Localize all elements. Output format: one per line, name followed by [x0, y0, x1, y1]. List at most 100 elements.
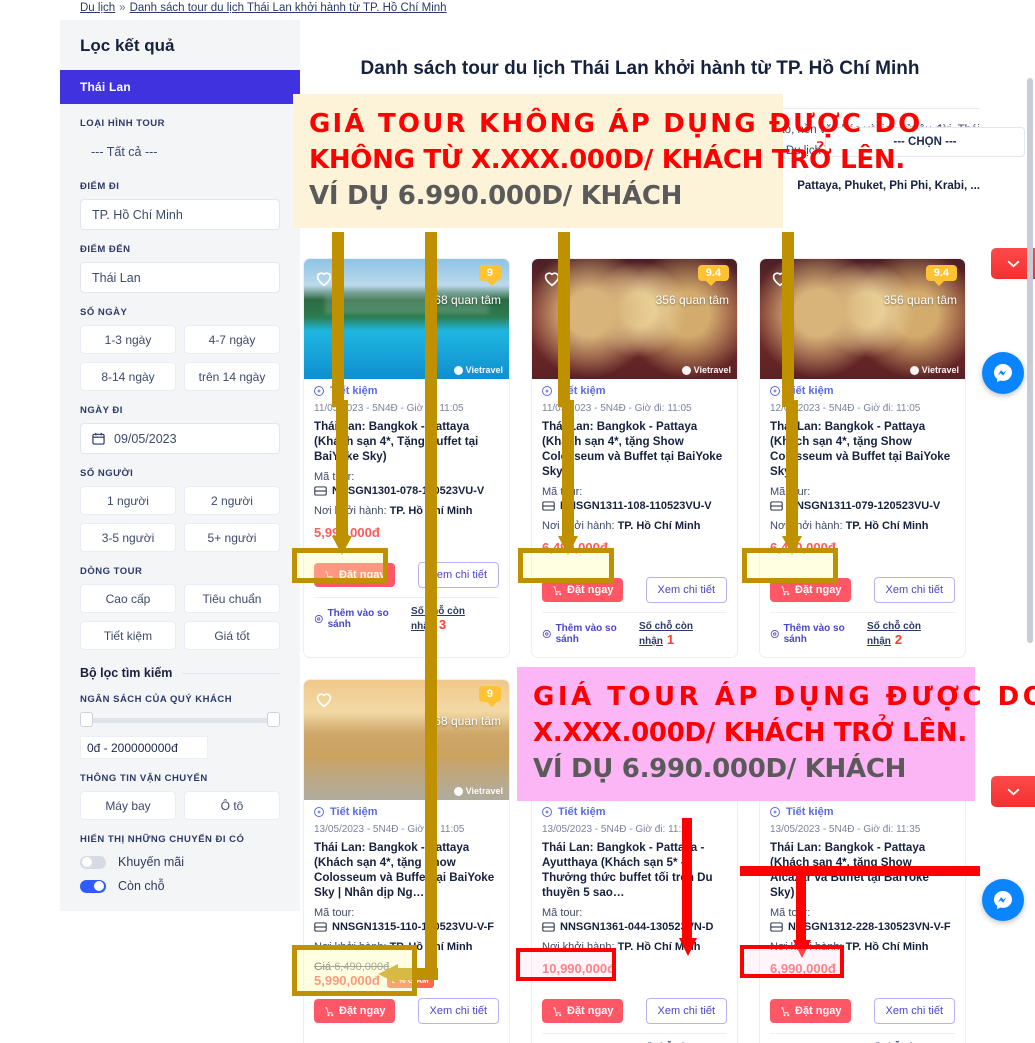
- annotation-pink-line-2: X.XXX.000D/ KHÁCH TRỞ LÊN.: [533, 718, 967, 748]
- chip-transport-car[interactable]: Ô tô: [184, 791, 280, 820]
- chip-days-4[interactable]: trên 14 ngày: [184, 362, 280, 391]
- chip-people-2[interactable]: 2 người: [184, 486, 280, 515]
- filter-label-show-options: HIỂN THỊ NHỮNG CHUYẾN ĐI CÓ: [80, 834, 245, 845]
- seats-count: 2: [894, 632, 903, 647]
- chip-days-2[interactable]: 4-7 ngày: [184, 325, 280, 354]
- chip-line-3[interactable]: Tiết kiệm: [80, 621, 176, 650]
- messenger-icon: [994, 364, 1012, 383]
- breadcrumb-current[interactable]: Danh sách tour du lịch Thái Lan khởi hàn…: [130, 2, 447, 14]
- add-to-compare-button[interactable]: Thêm vào so sánh: [542, 623, 639, 645]
- filter-group-destination: ĐIỂM ĐẾN Thái Lan: [60, 244, 300, 293]
- tour-code-value: NNSGN1301-078-110523VU-V: [332, 485, 485, 497]
- view-detail-button[interactable]: Xem chi tiết: [873, 577, 955, 603]
- annotation-arrow-gold-card1: [332, 400, 352, 555]
- book-now-button[interactable]: Đặt ngay: [542, 999, 624, 1023]
- days-chip-row-1: 1-3 ngày 4-7 ngày: [80, 325, 280, 354]
- chip-people-3[interactable]: 3-5 người: [80, 523, 176, 552]
- price-highlight-card1: [292, 548, 388, 583]
- filter-label-date: NGÀY ĐI: [80, 405, 123, 416]
- toggle-available-label: Còn chỗ: [118, 879, 165, 893]
- main-content: Danh sách tour du lịch Thái Lan khởi hàn…: [300, 20, 980, 90]
- cart-icon: [325, 1006, 334, 1016]
- tour-type-select[interactable]: --- Tất cả ---: [80, 136, 280, 167]
- transport-chip-row: Máy bay Ô tô: [80, 791, 280, 820]
- breadcrumb-separator: »: [119, 2, 126, 14]
- annotation-pink-line-3: VÍ DỤ 6.990.000D/ KHÁCH: [533, 754, 907, 784]
- floating-promo-tab-bottom[interactable]: [991, 776, 1035, 807]
- arrow-stem: [425, 232, 437, 975]
- add-to-compare-button[interactable]: Thêm vào so sánh: [314, 608, 411, 630]
- breadcrumb-home[interactable]: Du lịch: [80, 2, 115, 14]
- arrow-stem: [336, 400, 348, 540]
- chip-transport-plane[interactable]: Máy bay: [80, 791, 176, 820]
- chip-days-1[interactable]: 1-3 ngày: [80, 325, 176, 354]
- chip-people-1[interactable]: 1 người: [80, 486, 176, 515]
- view-detail-button[interactable]: Xem chi tiết: [645, 577, 727, 603]
- annotation-yellow-box: GIÁ TOUR KHÔNG ÁP DỤNG ĐƯỢC DO KHÔNG TỪ …: [293, 94, 920, 228]
- arrow-stem: [740, 866, 980, 876]
- view-detail-button[interactable]: Xem chi tiết: [873, 998, 955, 1024]
- chip-line-1[interactable]: Cao cấp: [80, 584, 176, 613]
- chip-people-4[interactable]: 5+ người: [184, 523, 280, 552]
- compare-label: Thêm vào so sánh: [555, 623, 617, 645]
- budget-slider-knob-max[interactable]: [267, 712, 280, 727]
- annotation-arrow-gold-card3: [782, 400, 802, 555]
- seats-remaining[interactable]: Số chỗ còn nhận 1: [639, 621, 727, 647]
- chip-days-3[interactable]: 8-14 ngày: [80, 362, 176, 391]
- compare-label: Thêm vào so sánh: [327, 608, 389, 630]
- book-now-label: Đặt ngay: [567, 584, 614, 596]
- view-detail-button[interactable]: Xem chi tiết: [417, 998, 499, 1024]
- filter-group-tour-line: DÒNG TOUR Cao cấp Tiêu chuẩn Tiết kiệm G…: [60, 566, 300, 650]
- ticket-icon: [314, 486, 327, 496]
- toggle-row-available[interactable]: Còn chỗ: [80, 879, 280, 893]
- tour-code: NNSGN1315-110-130523VU-V-F: [314, 921, 499, 933]
- sidebar-item-thailand[interactable]: Thái Lan: [60, 70, 300, 104]
- book-now-button[interactable]: Đặt ngay: [314, 999, 396, 1023]
- filter-label-budget: NGÂN SÁCH CỦA QUÝ KHÁCH: [80, 694, 233, 705]
- page-scrollbar[interactable]: [1027, 78, 1033, 643]
- annotation-arrow-gold-long: [425, 232, 437, 987]
- budget-slider-knob-min[interactable]: [80, 712, 93, 727]
- seats-remaining[interactable]: Số chỗ còn nhận 2: [867, 621, 955, 647]
- card-tag-label: Tiết kiệm: [558, 806, 606, 818]
- tour-code-value: NNSGN1311-079-120523VU-V: [788, 500, 941, 512]
- book-now-button[interactable]: Đặt ngay: [770, 999, 852, 1023]
- messenger-button-top[interactable]: [982, 352, 1024, 394]
- page-title: Danh sách tour du lịch Thái Lan khởi hàn…: [360, 58, 920, 79]
- calendar-icon: [92, 432, 105, 445]
- departure-date-value: 09/05/2023: [114, 431, 177, 446]
- price-highlight-card6: [740, 945, 844, 978]
- messenger-button-bottom[interactable]: [982, 879, 1024, 921]
- departure-label: Nơi khởi hành:: [542, 520, 615, 532]
- card-title[interactable]: Thái Lan: Bangkok - Pattaya (Khách sạn 4…: [314, 840, 499, 900]
- card-date: 13/05/2023 - 5N4Đ - Giờ đi: 11:35: [770, 824, 921, 835]
- origin-input[interactable]: TP. Hồ Chí Minh: [80, 199, 280, 230]
- filter-group-tour-type: LOẠI HÌNH TOUR --- Tất cả ---: [60, 118, 300, 167]
- annotation-arrow-gold-stub-a: [332, 232, 344, 407]
- seats-count: 1: [666, 632, 675, 647]
- destination-input[interactable]: Thái Lan: [80, 262, 280, 293]
- budget-value[interactable]: 0đ - 200000000đ: [80, 736, 208, 759]
- view-detail-button[interactable]: Xem chi tiết: [645, 998, 727, 1024]
- departure-date-input[interactable]: 09/05/2023: [80, 423, 280, 454]
- favorite-heart-icon[interactable]: [313, 688, 335, 710]
- card-body: 13/05/2023 - 5N4Đ - Giờ đi: 11:05 Thái L…: [304, 820, 509, 1034]
- chevron-down-icon: [1007, 788, 1019, 795]
- seats-label: Số chỗ còn nhận: [639, 621, 693, 647]
- rating-badge: 9: [478, 686, 501, 707]
- toggle-row-promo[interactable]: Khuyến mãi: [80, 855, 280, 869]
- add-to-compare-button[interactable]: Thêm vào so sánh: [770, 623, 867, 645]
- budget-slider-track: [80, 718, 280, 723]
- brand-logo: Vietravel: [681, 365, 731, 375]
- card-title[interactable]: Thái Lan: Bangkok - Pattaya - Ayutthaya …: [542, 840, 727, 900]
- seats-count: 3: [438, 617, 447, 632]
- annotation-arrow-red-horizontal: [740, 866, 980, 878]
- seats-label: Số chỗ còn nhận: [867, 621, 921, 647]
- people-chip-row-1: 1 người 2 người: [80, 486, 280, 515]
- chip-line-4[interactable]: Giá tốt: [184, 621, 280, 650]
- budget-slider[interactable]: [80, 712, 280, 728]
- toggle-available[interactable]: [80, 879, 106, 893]
- toggle-knob: [82, 857, 92, 867]
- toggle-promotion[interactable]: [80, 855, 106, 869]
- chip-line-2[interactable]: Tiêu chuẩn: [184, 584, 280, 613]
